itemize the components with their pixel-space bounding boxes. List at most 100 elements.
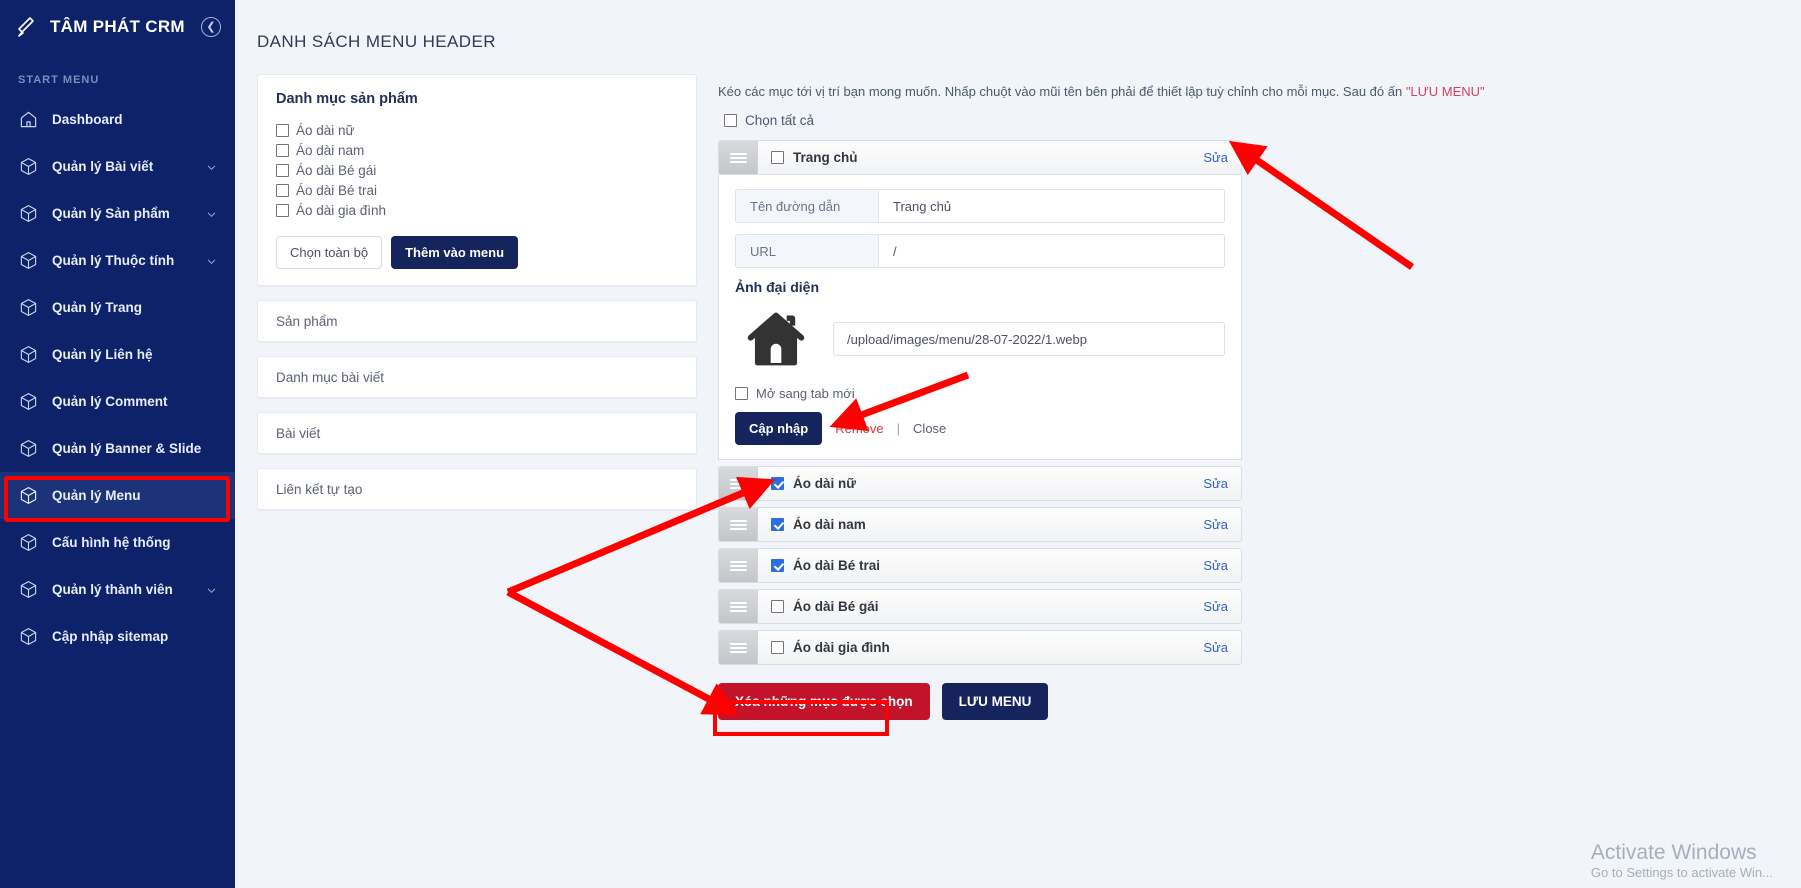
accordion-label: Danh mục bài viết <box>276 370 384 385</box>
accordion-lien-ket-tu-tao[interactable]: Liên kết tự tạo <box>257 468 697 510</box>
new-tab-checkbox[interactable] <box>735 387 748 400</box>
checkbox[interactable] <box>276 204 289 217</box>
sidebar-item-quan-ly-san-pham[interactable]: Quản lý Sản phẩm <box>0 190 235 237</box>
edit-link[interactable]: Sửa <box>1203 558 1228 573</box>
add-to-menu-button[interactable]: Thêm vào menu <box>391 236 518 269</box>
select-all-row[interactable]: Chọn tất cả <box>724 113 1785 128</box>
delete-selected-button[interactable]: Xóa những mục được chọn <box>718 683 930 720</box>
category-checkbox-row[interactable]: Áo dài Bé trai <box>276 180 678 200</box>
checkbox[interactable] <box>276 184 289 197</box>
category-checkbox-row[interactable]: Áo dài nam <box>276 140 678 160</box>
sidebar-item-quan-ly-menu[interactable]: Quản lý Menu <box>0 472 235 519</box>
edit-form-actions: Cập nhập Remove | Close <box>735 412 1225 445</box>
edit-link[interactable]: Sửa <box>1203 476 1228 491</box>
sidebar-item-dashboard[interactable]: Dashboard <box>0 96 235 143</box>
app-root: TÂM PHÁT CRM ❮ START MENU Dashboard Quản… <box>0 0 1801 888</box>
drag-handle-icon[interactable] <box>719 549 758 582</box>
save-menu-button[interactable]: LƯU MENU <box>942 683 1049 720</box>
sidebar-item-cau-hinh-he-thong[interactable]: Cấu hình hệ thống <box>0 519 235 566</box>
image-path-input[interactable]: /upload/images/menu/28-07-2022/1.webp <box>833 322 1225 356</box>
select-all-categories-button[interactable]: Chọn toàn bộ <box>276 236 382 269</box>
edit-link[interactable]: Sửa <box>1203 150 1228 165</box>
footer-actions: Xóa những mục được chọn LƯU MENU <box>718 683 1242 720</box>
menu-item-row[interactable]: Áo dài gia đình Sửa <box>718 630 1242 665</box>
path-name-field[interactable]: Tên đường dẫn Trang chủ <box>735 189 1225 223</box>
menu-item-checkbox[interactable] <box>771 151 784 164</box>
rocket-icon <box>16 15 40 39</box>
menu-item-checkbox[interactable] <box>771 600 784 613</box>
path-name-label: Tên đường dẫn <box>736 190 879 222</box>
sidebar-item-label: Quản lý Banner & Slide <box>52 441 217 456</box>
edit-link[interactable]: Sửa <box>1203 599 1228 614</box>
drag-handle-icon[interactable] <box>719 141 758 174</box>
category-checkbox-row[interactable]: Áo dài gia đình <box>276 200 678 220</box>
accordion-san-pham[interactable]: Sản phẩm <box>257 300 697 342</box>
drag-handle-icon[interactable] <box>719 467 758 500</box>
watermark-line-2: Go to Settings to activate Win... <box>1591 865 1773 880</box>
accordion-label: Bài viết <box>276 426 320 441</box>
menu-item-checkbox[interactable] <box>771 518 784 531</box>
menu-item-row[interactable]: Áo dài Bé trai Sửa <box>718 548 1242 583</box>
menu-item-row[interactable]: Trang chủ Sửa <box>718 140 1242 175</box>
chevron-down-icon <box>206 584 217 595</box>
edit-link[interactable]: Sửa <box>1203 517 1228 532</box>
sidebar-item-quan-ly-banner-slide[interactable]: Quản lý Banner & Slide <box>0 425 235 472</box>
sidebar-item-quan-ly-comment[interactable]: Quản lý Comment <box>0 378 235 425</box>
cube-icon <box>19 298 38 317</box>
menu-item-row[interactable]: Áo dài Bé gái Sửa <box>718 589 1242 624</box>
home-icon <box>19 110 38 129</box>
accordion-label: Liên kết tự tạo <box>276 482 362 497</box>
menu-item-row[interactable]: Áo dài nữ Sửa <box>718 466 1242 501</box>
sidebar-item-quan-ly-thuoc-tinh[interactable]: Quản lý Thuộc tính <box>0 237 235 284</box>
cube-icon <box>19 392 38 411</box>
instruction-highlight: "LƯU MENU" <box>1406 84 1485 99</box>
menu-item-row[interactable]: Áo dài nam Sửa <box>718 507 1242 542</box>
menu-item-label: Trang chủ <box>793 150 1194 165</box>
sidebar-item-label: Quản lý Menu <box>52 488 217 503</box>
category-checkbox-row[interactable]: Áo dài Bé gái <box>276 160 678 180</box>
sidebar-item-label: Quản lý Comment <box>52 394 217 409</box>
update-button[interactable]: Cập nhập <box>735 412 822 445</box>
instruction-text: Kéo các mục tới vị trí bạn mong muốn. Nh… <box>718 74 1785 99</box>
home-thumbnail-icon[interactable] <box>735 307 817 371</box>
menu-item-checkbox[interactable] <box>771 477 784 490</box>
sidebar-item-quan-ly-bai-viet[interactable]: Quản lý Bài viết <box>0 143 235 190</box>
checkbox[interactable] <box>276 144 289 157</box>
sidebar: TÂM PHÁT CRM ❮ START MENU Dashboard Quản… <box>0 0 235 888</box>
chevron-down-icon <box>206 161 217 172</box>
drag-handle-icon[interactable] <box>719 508 758 541</box>
accordion-danh-muc-bai-viet[interactable]: Danh mục bài viết <box>257 356 697 398</box>
sidebar-item-cap-nhap-sitemap[interactable]: Cập nhập sitemap <box>0 613 235 660</box>
url-input[interactable]: / <box>879 235 1224 267</box>
sidebar-item-label: Quản lý Thuộc tính <box>52 253 192 268</box>
left-column: Danh mục sản phẩm Áo dài nữ Áo dài nam Á… <box>257 74 697 720</box>
checkbox[interactable] <box>276 124 289 137</box>
drag-handle-icon[interactable] <box>719 590 758 623</box>
drag-handle-icon[interactable] <box>719 631 758 664</box>
menu-item: Áo dài nam Sửa <box>718 507 1242 542</box>
accordion-bai-viet[interactable]: Bài viết <box>257 412 697 454</box>
sidebar-item-label: Cấu hình hệ thống <box>52 535 217 550</box>
new-tab-row[interactable]: Mở sang tab mới <box>735 386 1225 401</box>
checkbox[interactable] <box>276 164 289 177</box>
menu-item-label: Áo dài Bé trai <box>793 558 1194 573</box>
path-name-input[interactable]: Trang chủ <box>879 190 1224 222</box>
menu-item: Trang chủ Sửa Tên đường dẫn Trang chủ UR… <box>718 140 1242 460</box>
accordion-label: Sản phẩm <box>276 314 338 329</box>
close-link[interactable]: Close <box>913 421 946 436</box>
sidebar-item-quan-ly-trang[interactable]: Quản lý Trang <box>0 284 235 331</box>
sidebar-item-quan-ly-thanh-vien[interactable]: Quản lý thành viên <box>0 566 235 613</box>
sidebar-item-quan-ly-lien-he[interactable]: Quản lý Liên hệ <box>0 331 235 378</box>
menu-item-checkbox[interactable] <box>771 641 784 654</box>
url-field[interactable]: URL / <box>735 234 1225 268</box>
remove-link[interactable]: Remove <box>835 421 883 436</box>
edit-link[interactable]: Sửa <box>1203 640 1228 655</box>
cube-icon <box>19 251 38 270</box>
category-checkbox-row[interactable]: Áo dài nữ <box>276 120 678 140</box>
sidebar-item-label: Quản lý thành viên <box>52 582 192 597</box>
select-all-checkbox[interactable] <box>724 114 737 127</box>
main-content: DANH SÁCH MENU HEADER Danh mục sản phẩm … <box>235 0 1801 888</box>
menu-item-checkbox[interactable] <box>771 559 784 572</box>
menu-items-list: Trang chủ Sửa Tên đường dẫn Trang chủ UR… <box>718 140 1242 720</box>
chevron-left-circle-icon[interactable]: ❮ <box>201 17 221 37</box>
